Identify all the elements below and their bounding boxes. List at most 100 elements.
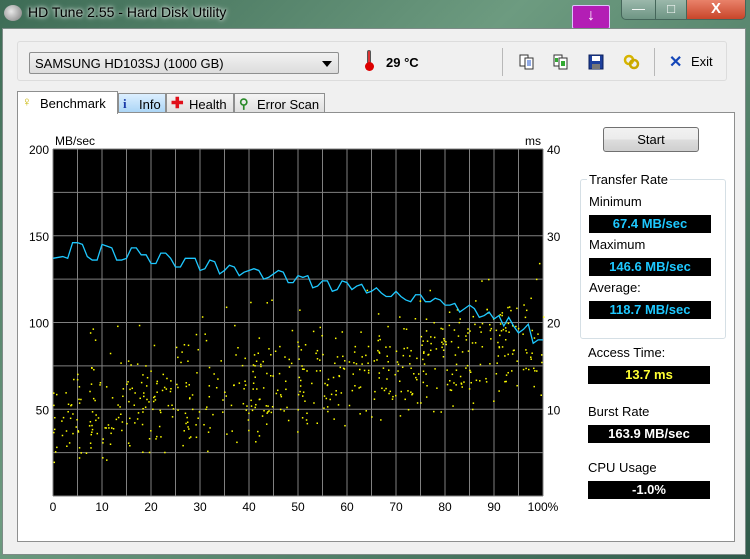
access-time-point [441,346,443,349]
tab-health[interactable]: ✚ Health [166,93,234,113]
start-button[interactable]: Start [603,127,699,152]
access-time-point [481,346,484,348]
access-time-point [78,402,81,404]
access-time-point [453,382,455,384]
access-time-point [454,354,457,356]
title-bar: HD Tune 2.55 - Hard Disk Utility ↓ — □ X [0,0,750,29]
access-time-point [69,417,72,420]
access-time-point [271,299,273,302]
minimize-button[interactable]: — [621,0,656,20]
save-icon[interactable] [587,53,605,71]
access-time-point [298,345,300,348]
access-time-point [466,364,469,367]
access-time-point [148,401,150,403]
drive-select[interactable]: SAMSUNG HD103SJ (1000 GB) [29,52,339,74]
access-time-point [209,427,211,429]
access-time-point [371,416,373,418]
access-time-point [359,386,362,388]
access-time-point [495,329,498,332]
access-time-point [342,355,344,358]
access-time-point [525,349,527,351]
access-time-point [319,326,321,329]
access-time-point [315,370,318,372]
left-tick-label: 50 [36,403,50,417]
access-time-point [440,411,442,413]
access-time-point [537,333,539,335]
access-time-point [176,383,178,386]
access-time-point [472,402,475,404]
access-time-point [512,349,515,352]
access-time-point [455,369,458,371]
app-icon [4,5,22,21]
access-time-point [403,328,405,330]
copy-text-icon[interactable] [518,53,536,71]
burst-rate-label: Burst Rate [588,404,650,419]
access-time-point [108,427,110,429]
access-time-point [457,335,460,337]
access-time-point [435,348,438,350]
cpu-usage-label: CPU Usage [588,460,657,475]
access-time-point [399,316,401,318]
access-time-point [400,390,402,393]
access-time-point [429,349,432,352]
access-time-point [170,387,172,390]
access-time-point [244,357,246,360]
access-time-point [102,438,104,440]
x-tick-label: 80 [438,500,452,514]
access-time-point [410,367,412,370]
access-time-point [426,340,429,342]
access-time-point [504,338,507,341]
access-time-point [159,409,161,412]
access-time-point [184,412,187,415]
access-time-point [348,361,351,363]
access-time-point [224,391,226,394]
access-time-point [105,427,107,429]
access-time-point [374,390,376,393]
access-time-point [70,404,72,407]
access-time-point [78,447,81,449]
access-time-point [395,394,397,397]
access-time-point [416,357,418,360]
maximize-button[interactable]: □ [655,0,687,20]
access-time-point [475,379,478,382]
access-time-value: 13.7 ms [588,366,710,384]
access-time-point [106,459,108,461]
access-time-point [186,416,188,419]
access-time-point [280,395,283,398]
access-time-point [516,384,518,387]
access-time-point [231,430,233,432]
access-time-point [517,327,520,330]
access-time-point [455,384,457,386]
access-time-point [241,364,244,367]
exit-button[interactable]: ✕ Exit [669,53,719,71]
close-button[interactable]: X [686,0,746,20]
access-time-point [299,385,302,387]
access-time-point [353,351,356,353]
access-time-point [195,436,198,439]
tab-error-scan[interactable]: ⚲ Error Scan [234,93,325,113]
access-time-point [143,392,145,394]
access-time-point [498,390,500,392]
access-time-point [266,412,268,414]
access-time-point [410,349,412,352]
access-time-point [299,390,301,393]
access-time-point [265,423,268,425]
access-time-point [442,343,444,345]
access-time-point [95,414,97,416]
tab-info[interactable]: i Info [118,93,166,113]
access-time-point [306,370,308,372]
access-time-point [449,380,451,382]
access-time-point [122,388,125,390]
access-time-point [422,340,424,342]
access-time-point [338,375,341,378]
access-time-point [458,321,461,324]
access-time-point [353,361,355,364]
copy-image-icon[interactable] [552,53,570,71]
access-time-point [245,409,248,411]
access-time-point [78,398,80,401]
tab-benchmark[interactable]: ♀ Benchmark [17,91,118,114]
options-icon[interactable] [622,53,640,71]
access-time-point [129,417,131,420]
access-time-point [115,418,118,421]
download-button[interactable]: ↓ [572,5,610,29]
